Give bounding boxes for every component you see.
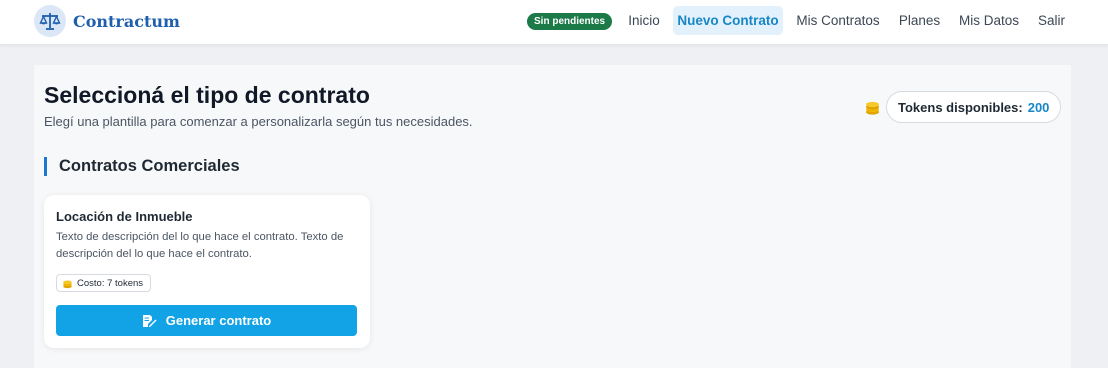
coins-icon	[864, 99, 881, 116]
tokens-pill: Tokens disponibles: 200	[886, 91, 1062, 123]
card-description: Texto de descripción del lo que hace el …	[56, 231, 344, 260]
nav-link-nuevo-contrato[interactable]: Nuevo Contrato	[673, 6, 783, 35]
section-heading: Contratos Comerciales	[44, 157, 240, 176]
file-signature-icon	[142, 314, 157, 327]
tokens-indicator: Tokens disponibles: 200	[864, 91, 1062, 123]
contract-card: Locación de Inmueble Texto de descripció…	[44, 195, 370, 348]
tokens-count: 200	[1027, 99, 1050, 115]
main-panel: Seleccioná el tipo de contrato Elegí una…	[34, 65, 1071, 368]
nav-link-inicio[interactable]: Inicio	[620, 6, 668, 35]
brand-name: Contractum	[73, 11, 180, 31]
nav-link-planes[interactable]: Planes	[892, 6, 947, 35]
coins-icon	[63, 280, 72, 288]
generate-contract-button[interactable]: Generar contrato	[56, 305, 357, 336]
generate-contract-label: Generar contrato	[165, 313, 272, 328]
page-title: Seleccioná el tipo de contrato	[44, 82, 370, 108]
card-title: Locación de Inmueble	[56, 209, 193, 224]
balance-scale-icon	[34, 5, 66, 37]
brand[interactable]: Contractum	[34, 5, 180, 37]
navbar: Contractum Sin pendientes Inicio Nuevo C…	[0, 0, 1108, 45]
page-subtitle: Elegí una plantilla para comenzar a pers…	[44, 114, 473, 129]
nav-link-mis-contratos[interactable]: Mis Contratos	[789, 6, 887, 35]
nav-link-mis-datos[interactable]: Mis Datos	[952, 6, 1026, 35]
tokens-label: Tokens disponibles:	[898, 99, 1023, 115]
cost-badge: Costo: 7 tokens	[56, 274, 152, 292]
cost-label: Costo: 7 tokens	[77, 277, 144, 289]
status-badge: Sin pendientes	[527, 13, 613, 30]
nav-link-salir[interactable]: Salir	[1031, 6, 1072, 35]
